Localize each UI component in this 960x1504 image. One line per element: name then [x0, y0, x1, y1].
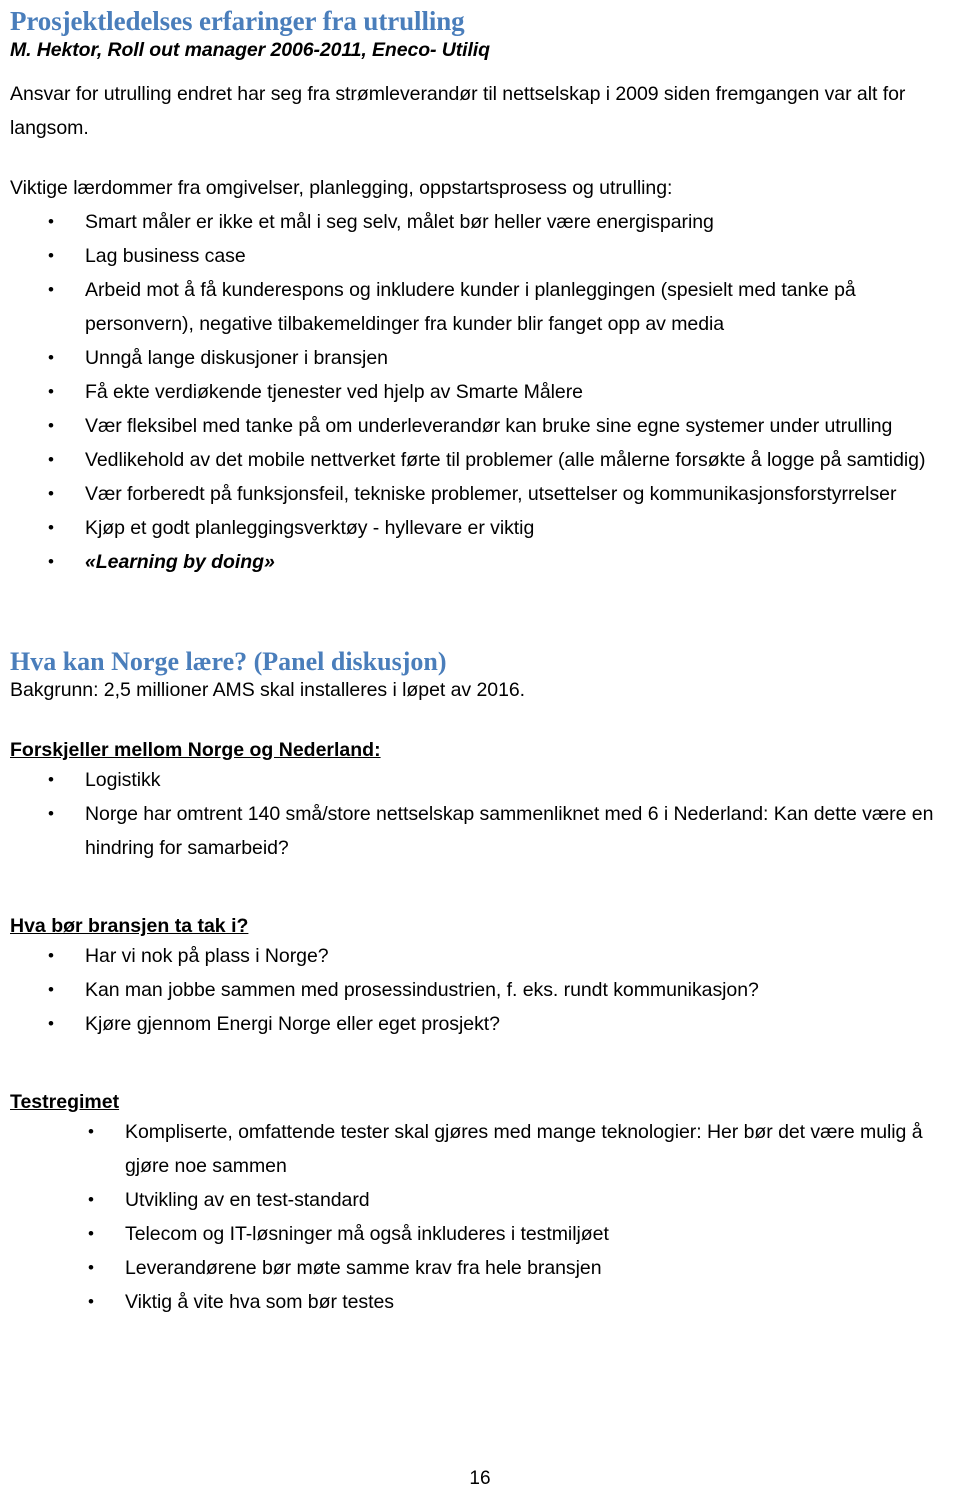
list-item: Utvikling av en test-standard — [10, 1183, 938, 1217]
background-paragraph: Bakgrunn: 2,5 millioner AMS skal install… — [10, 679, 526, 701]
list-item: Leverandørene bør møte samme krav fra he… — [10, 1251, 938, 1285]
list-item: Smart måler er ikke et mål i seg selv, m… — [10, 205, 938, 239]
list-item: Vær fleksibel med tanke på om underlever… — [10, 409, 938, 443]
list-item: Vedlikehold av det mobile nettverket før… — [10, 443, 938, 477]
list-item: Kompliserte, omfattende tester skal gjør… — [10, 1115, 938, 1183]
lessons-list: Smart måler er ikke et mål i seg selv, m… — [10, 205, 938, 579]
list-item: Lag business case — [10, 239, 938, 273]
test-regime-list: Kompliserte, omfattende tester skal gjør… — [10, 1115, 938, 1319]
list-item-label: «Learning by doing» — [85, 551, 275, 573]
sub-heading-industry-actions: Hva bør bransjen ta tak i? — [10, 915, 249, 937]
document-page: Prosjektledelses erfaringer fra utrullin… — [0, 0, 960, 1504]
page-title: Prosjektledelses erfaringer fra utrullin… — [10, 6, 465, 36]
list-item-emphasized: «Learning by doing» — [10, 545, 938, 579]
list-item: Kan man jobbe sammen med prosessindustri… — [10, 973, 938, 1007]
industry-actions-list: Har vi nok på plass i Norge? Kan man job… — [10, 939, 938, 1041]
list-item: Telecom og IT-løsninger må også inkluder… — [10, 1217, 938, 1251]
page-number: 16 — [469, 1468, 491, 1489]
intro-paragraph: Ansvar for utrulling endret har seg fra … — [10, 83, 906, 139]
list-item: Norge har omtrent 140 små/store nettsels… — [10, 797, 938, 865]
sub-heading-test-regime: Testregimet — [10, 1091, 120, 1113]
lessons-lead-paragraph: Viktige lærdommer fra omgivelser, planle… — [10, 177, 673, 199]
list-item: Vær forberedt på funksjonsfeil, tekniske… — [10, 477, 938, 511]
list-item: Viktig å vite hva som bør testes — [10, 1285, 938, 1319]
list-item: Logistikk — [10, 763, 938, 797]
list-item: Har vi nok på plass i Norge? — [10, 939, 938, 973]
list-item: Unngå lange diskusjoner i bransjen — [10, 341, 938, 375]
list-item: Få ekte verdiøkende tjenester ved hjelp … — [10, 375, 938, 409]
section-heading-panel-discussion: Hva kan Norge lære? (Panel diskusjon) — [10, 647, 447, 676]
differences-list: Logistikk Norge har omtrent 140 små/stor… — [10, 763, 938, 865]
list-item: Kjøre gjennom Energi Norge eller eget pr… — [10, 1007, 938, 1041]
list-item: Arbeid mot å få kunderespons og inkluder… — [10, 273, 938, 341]
document-subtitle: M. Hektor, Roll out manager 2006-2011, E… — [10, 39, 490, 61]
sub-heading-differences: Forskjeller mellom Norge og Nederland: — [10, 739, 381, 761]
list-item: Kjøp et godt planleggingsverktøy - hylle… — [10, 511, 938, 545]
